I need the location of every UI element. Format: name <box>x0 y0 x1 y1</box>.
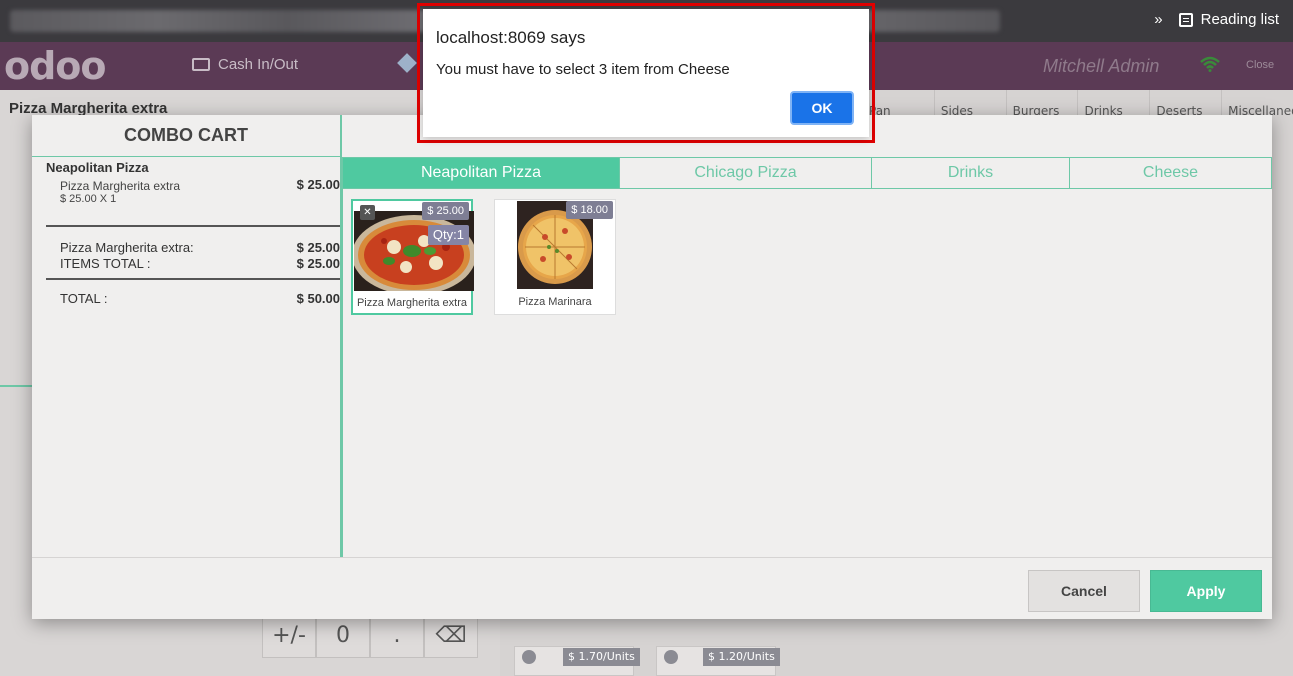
cart-section-title: Neapolitan Pizza <box>46 160 149 175</box>
product-name: Pizza Margherita extra <box>356 297 468 309</box>
alert-message: You must have to select 3 item from Chee… <box>436 61 730 78</box>
reading-list-label: Reading list <box>1200 11 1279 28</box>
subtotal-value: $ 25.00 <box>296 240 340 255</box>
tab-neapolitan-pizza[interactable]: Neapolitan Pizza <box>343 158 620 188</box>
reading-list-button[interactable]: Reading list <box>1178 11 1279 28</box>
product-card-pizza-marinara[interactable]: $ 18.00 Pizza Marinara <box>494 199 616 315</box>
close-button[interactable]: Close <box>1246 59 1274 71</box>
combo-modal: COMBO CART Neapolitan Pizza Pizza Marghe… <box>32 115 1272 619</box>
reading-list-icon <box>1178 12 1193 27</box>
combo-cart-title: COMBO CART <box>32 115 340 157</box>
tab-cheese[interactable]: Cheese <box>1070 158 1271 188</box>
ok-button[interactable]: OK <box>790 91 854 125</box>
product-price-tag: $ 1.20/Units <box>703 648 780 666</box>
cash-in-out-button[interactable]: Cash In/Out <box>192 56 298 73</box>
total-label: TOTAL : <box>60 291 108 306</box>
product-price: $ 25.00 <box>422 202 469 220</box>
items-total-label: ITEMS TOTAL : <box>60 256 151 271</box>
product-card-pizza-margherita-extra[interactable]: ✕ $ 25.00 Qty:1 Pizza Margherita extra <box>351 199 474 315</box>
cart-item-qty: $ 25.00 X 1 <box>60 193 117 205</box>
combo-products-panel: Neapolitan Pizza Chicago Pizza Drinks Ch… <box>342 115 1272 557</box>
cancel-button[interactable]: Cancel <box>1028 570 1140 612</box>
product-grid: ✕ $ 25.00 Qty:1 Pizza Margherita extra $… <box>342 189 1272 557</box>
combo-cart: COMBO CART Neapolitan Pizza Pizza Marghe… <box>32 115 342 557</box>
overflow-icon[interactable]: » <box>1154 11 1162 28</box>
subtotal-label: Pizza Margherita extra: <box>60 240 194 255</box>
odoo-logo: odoo <box>4 44 107 88</box>
cash-icon <box>192 58 210 71</box>
info-icon[interactable] <box>664 650 678 664</box>
alert-dialog: localhost:8069 says You must have to sel… <box>423 9 869 137</box>
remove-icon[interactable]: ✕ <box>360 205 375 220</box>
items-total-row: ITEMS TOTAL : $ 25.00 <box>46 256 340 272</box>
product-price: $ 18.00 <box>566 201 613 219</box>
cash-in-out-label: Cash In/Out <box>218 56 299 73</box>
combo-tabs: Neapolitan Pizza Chicago Pizza Drinks Ch… <box>342 157 1272 189</box>
cart-item-price: $ 25.00 <box>296 177 340 192</box>
info-icon[interactable] <box>522 650 536 664</box>
total-value: $ 50.00 <box>296 291 340 306</box>
pizza-margherita-image <box>354 211 474 291</box>
alert-title: localhost:8069 says <box>436 28 586 47</box>
wifi-icon <box>1200 56 1220 72</box>
apply-button[interactable]: Apply <box>1150 570 1262 612</box>
modal-footer: Cancel Apply <box>32 557 1272 619</box>
tab-chicago-pizza[interactable]: Chicago Pizza <box>620 158 872 188</box>
user-name: Mitchell Admin <box>1043 56 1160 76</box>
tab-drinks[interactable]: Drinks <box>872 158 1070 188</box>
product-price-tag: $ 1.70/Units <box>563 648 640 666</box>
product-qty-badge: Qty:1 <box>427 225 469 245</box>
alert-highlight: localhost:8069 says You must have to sel… <box>417 3 875 143</box>
product-name: Pizza Marinara <box>518 296 592 308</box>
subtotal-row: Pizza Margherita extra: $ 25.00 <box>46 240 340 256</box>
total-row: TOTAL : $ 50.00 <box>46 291 340 307</box>
cart-item: Pizza Margherita extra $ 25.00 X 1 $ 25.… <box>46 175 340 225</box>
items-total-value: $ 25.00 <box>296 256 340 271</box>
